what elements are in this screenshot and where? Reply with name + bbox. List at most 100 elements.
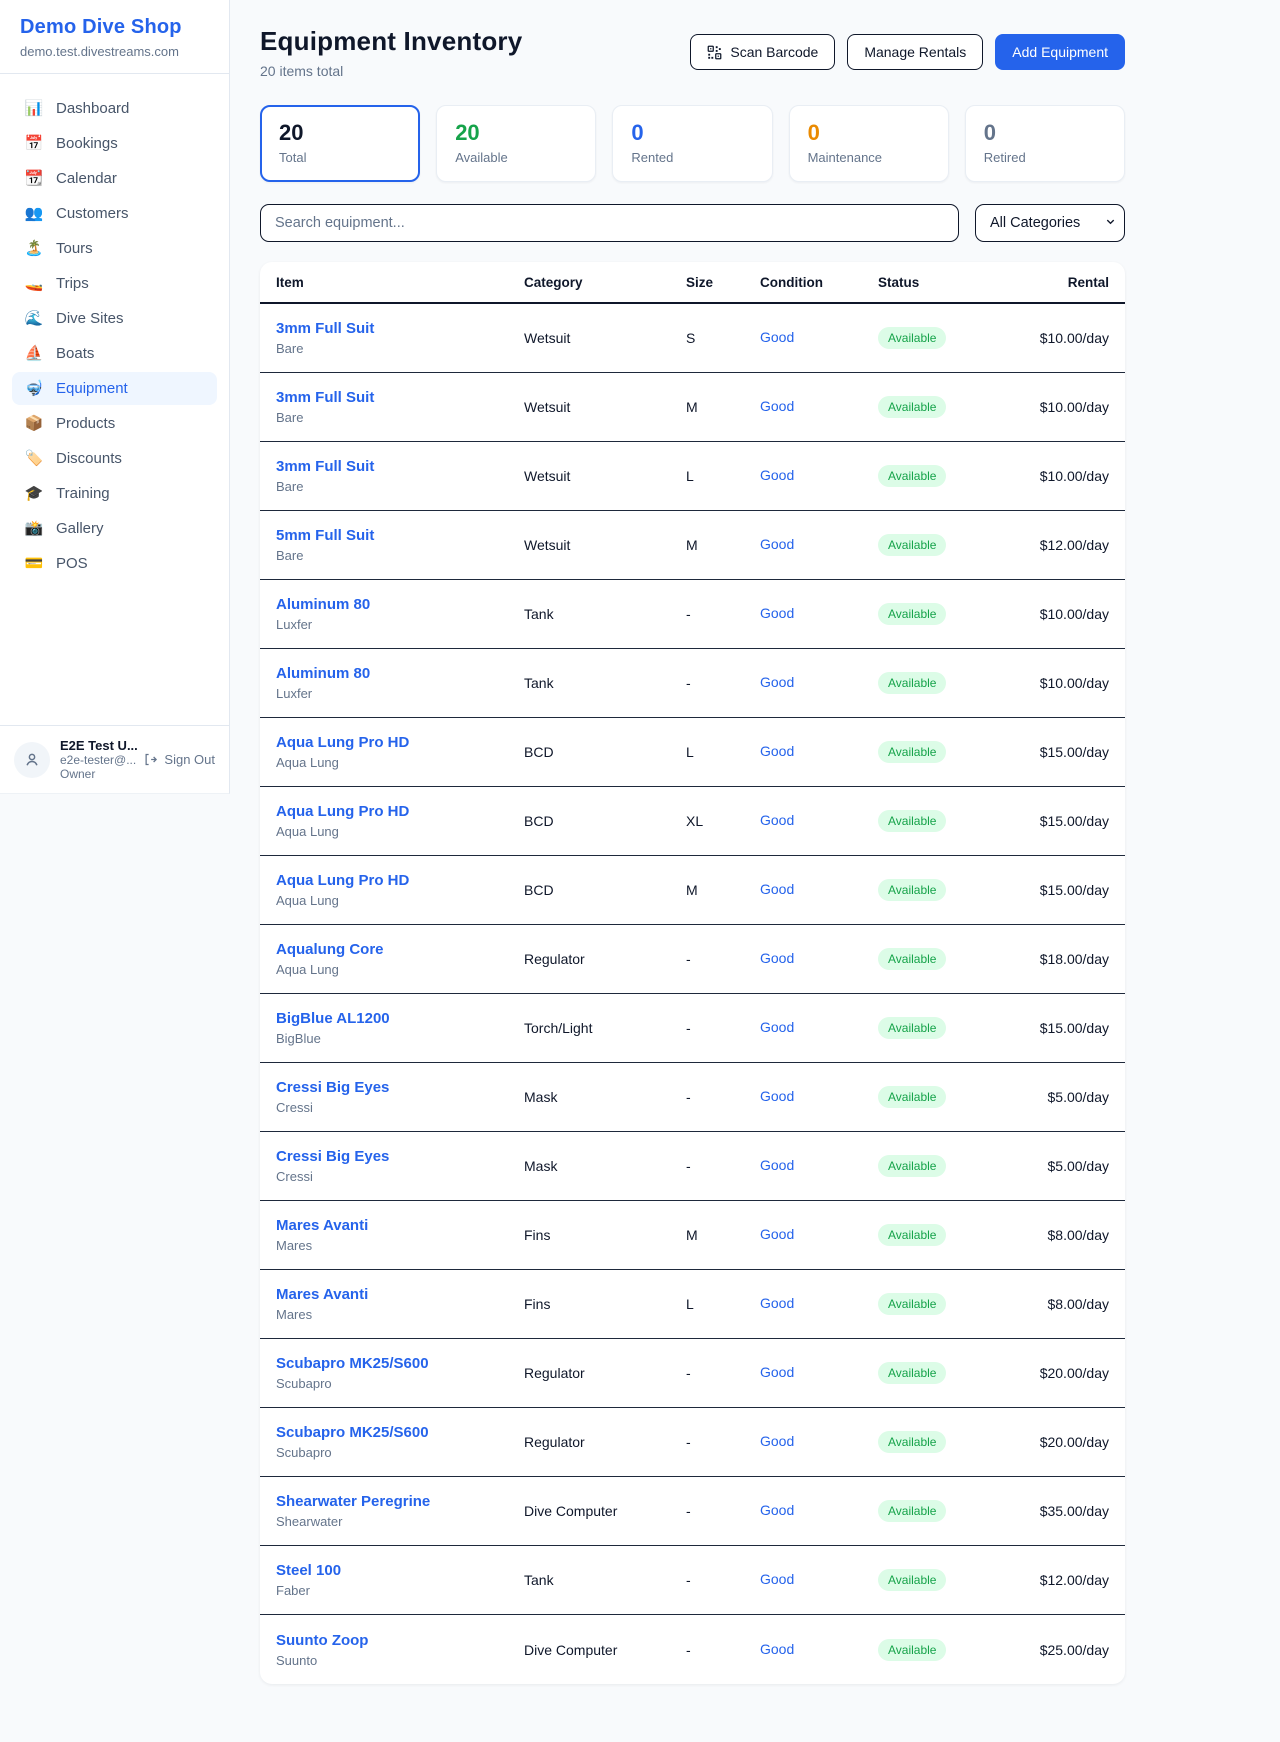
item-name-link[interactable]: Cressi Big Eyes bbox=[276, 1148, 524, 1165]
item-name-link[interactable]: Shearwater Peregrine bbox=[276, 1493, 524, 1510]
sidebar-item-trips[interactable]: 🚤Trips bbox=[12, 267, 217, 300]
stat-card-maintenance[interactable]: 0Maintenance bbox=[789, 105, 949, 182]
stat-card-retired[interactable]: 0Retired bbox=[965, 105, 1125, 182]
sidebar-item-bookings[interactable]: 📅Bookings bbox=[12, 127, 217, 160]
status-badge: Available bbox=[878, 741, 946, 763]
condition-link[interactable]: Good bbox=[760, 467, 794, 483]
stat-label: Available bbox=[455, 150, 577, 165]
category-cell: Dive Computer bbox=[524, 1503, 686, 1519]
manage-rentals-label: Manage Rentals bbox=[864, 44, 966, 60]
condition-link[interactable]: Good bbox=[760, 881, 794, 897]
item-name-link[interactable]: Aluminum 80 bbox=[276, 596, 524, 613]
item-name-link[interactable]: Scubapro MK25/S600 bbox=[276, 1424, 524, 1441]
stat-card-rented[interactable]: 0Rented bbox=[612, 105, 772, 182]
condition-link[interactable]: Good bbox=[760, 1571, 794, 1587]
status-cell: Available bbox=[878, 1362, 1012, 1384]
item-name-link[interactable]: Aqua Lung Pro HD bbox=[276, 872, 524, 889]
sidebar-item-boats[interactable]: ⛵Boats bbox=[12, 337, 217, 370]
stat-card-total[interactable]: 20Total bbox=[260, 105, 420, 182]
item-name-link[interactable]: 3mm Full Suit bbox=[276, 458, 524, 475]
item-name-link[interactable]: Aqua Lung Pro HD bbox=[276, 734, 524, 751]
category-select[interactable]: All Categories bbox=[975, 204, 1125, 242]
condition-link[interactable]: Good bbox=[760, 1157, 794, 1173]
condition-link[interactable]: Good bbox=[760, 1641, 794, 1657]
sidebar-item-dive-sites[interactable]: 🌊Dive Sites bbox=[12, 302, 217, 335]
status-badge: Available bbox=[878, 1224, 946, 1246]
rental-cell: $25.00/day bbox=[1012, 1642, 1109, 1658]
sidebar-item-discounts[interactable]: 🏷️Discounts bbox=[12, 442, 217, 475]
item-name-link[interactable]: Cressi Big Eyes bbox=[276, 1079, 524, 1096]
scan-barcode-button[interactable]: Scan Barcode bbox=[690, 34, 835, 70]
condition-link[interactable]: Good bbox=[760, 398, 794, 414]
sign-out-button[interactable]: Sign Out bbox=[143, 752, 215, 767]
sidebar-item-tours[interactable]: 🏝️Tours bbox=[12, 232, 217, 265]
item-name-link[interactable]: Mares Avanti bbox=[276, 1217, 524, 1234]
search-input[interactable] bbox=[260, 204, 959, 242]
item-name-link[interactable]: Suunto Zoop bbox=[276, 1632, 524, 1649]
brand-name[interactable]: Demo Dive Shop bbox=[20, 16, 209, 39]
item-cell: Aqua Lung Pro HDAqua Lung bbox=[276, 872, 524, 908]
item-name-link[interactable]: Scubapro MK25/S600 bbox=[276, 1355, 524, 1372]
condition-cell: Good bbox=[760, 950, 878, 968]
avatar bbox=[14, 742, 50, 778]
condition-link[interactable]: Good bbox=[760, 950, 794, 966]
sidebar-item-customers[interactable]: 👥Customers bbox=[12, 197, 217, 230]
item-name-link[interactable]: Aluminum 80 bbox=[276, 665, 524, 682]
condition-link[interactable]: Good bbox=[760, 1433, 794, 1449]
condition-link[interactable]: Good bbox=[760, 1295, 794, 1311]
graduation-cap-icon: 🎓 bbox=[24, 486, 44, 501]
sign-out-icon bbox=[143, 752, 158, 767]
status-badge: Available bbox=[878, 879, 946, 901]
sidebar-item-gallery[interactable]: 📸Gallery bbox=[12, 512, 217, 545]
category-cell: Dive Computer bbox=[524, 1642, 686, 1658]
add-equipment-button[interactable]: Add Equipment bbox=[995, 34, 1125, 70]
item-name-link[interactable]: Aqua Lung Pro HD bbox=[276, 803, 524, 820]
condition-link[interactable]: Good bbox=[760, 1364, 794, 1380]
size-cell: - bbox=[686, 1365, 760, 1381]
condition-link[interactable]: Good bbox=[760, 329, 794, 345]
manage-rentals-button[interactable]: Manage Rentals bbox=[847, 34, 983, 70]
condition-link[interactable]: Good bbox=[760, 674, 794, 690]
item-name-link[interactable]: Steel 100 bbox=[276, 1562, 524, 1579]
sidebar-item-pos[interactable]: 💳POS bbox=[12, 547, 217, 580]
item-name-link[interactable]: Mares Avanti bbox=[276, 1286, 524, 1303]
condition-cell: Good bbox=[760, 1088, 878, 1106]
status-badge: Available bbox=[878, 1431, 946, 1453]
table-row: Scubapro MK25/S600ScubaproRegulator-Good… bbox=[260, 1339, 1125, 1408]
category-cell: Wetsuit bbox=[524, 468, 686, 484]
condition-link[interactable]: Good bbox=[760, 536, 794, 552]
status-badge: Available bbox=[878, 1155, 946, 1177]
condition-link[interactable]: Good bbox=[760, 605, 794, 621]
user-block: E2E Test U... e2e-tester@... Owner Sign … bbox=[0, 725, 229, 793]
sidebar-item-calendar[interactable]: 📆Calendar bbox=[12, 162, 217, 195]
condition-link[interactable]: Good bbox=[760, 812, 794, 828]
sidebar-item-equipment[interactable]: 🤿Equipment bbox=[12, 372, 217, 405]
item-name-link[interactable]: 3mm Full Suit bbox=[276, 320, 524, 337]
condition-cell: Good bbox=[760, 812, 878, 830]
item-name-link[interactable]: 3mm Full Suit bbox=[276, 389, 524, 406]
status-cell: Available bbox=[878, 534, 1012, 556]
status-cell: Available bbox=[878, 603, 1012, 625]
stat-card-available[interactable]: 20Available bbox=[436, 105, 596, 182]
table-row: Shearwater PeregrineShearwaterDive Compu… bbox=[260, 1477, 1125, 1546]
item-brand: Scubapro bbox=[276, 1376, 524, 1391]
item-cell: Aluminum 80Luxfer bbox=[276, 596, 524, 632]
condition-link[interactable]: Good bbox=[760, 1019, 794, 1035]
category-cell: Wetsuit bbox=[524, 399, 686, 415]
page-header: Equipment Inventory 20 items total Scan … bbox=[260, 26, 1125, 79]
condition-link[interactable]: Good bbox=[760, 1502, 794, 1518]
category-cell: Wetsuit bbox=[524, 330, 686, 346]
item-name-link[interactable]: Aqualung Core bbox=[276, 941, 524, 958]
item-name-link[interactable]: BigBlue AL1200 bbox=[276, 1010, 524, 1027]
sidebar-item-dashboard[interactable]: 📊Dashboard bbox=[12, 92, 217, 125]
rental-cell: $10.00/day bbox=[1012, 399, 1109, 415]
rental-cell: $5.00/day bbox=[1012, 1158, 1109, 1174]
item-name-link[interactable]: 5mm Full Suit bbox=[276, 527, 524, 544]
condition-link[interactable]: Good bbox=[760, 743, 794, 759]
sidebar-item-training[interactable]: 🎓Training bbox=[12, 477, 217, 510]
condition-link[interactable]: Good bbox=[760, 1088, 794, 1104]
rental-cell: $20.00/day bbox=[1012, 1434, 1109, 1450]
sidebar-item-products[interactable]: 📦Products bbox=[12, 407, 217, 440]
condition-link[interactable]: Good bbox=[760, 1226, 794, 1242]
item-brand: Bare bbox=[276, 410, 524, 425]
